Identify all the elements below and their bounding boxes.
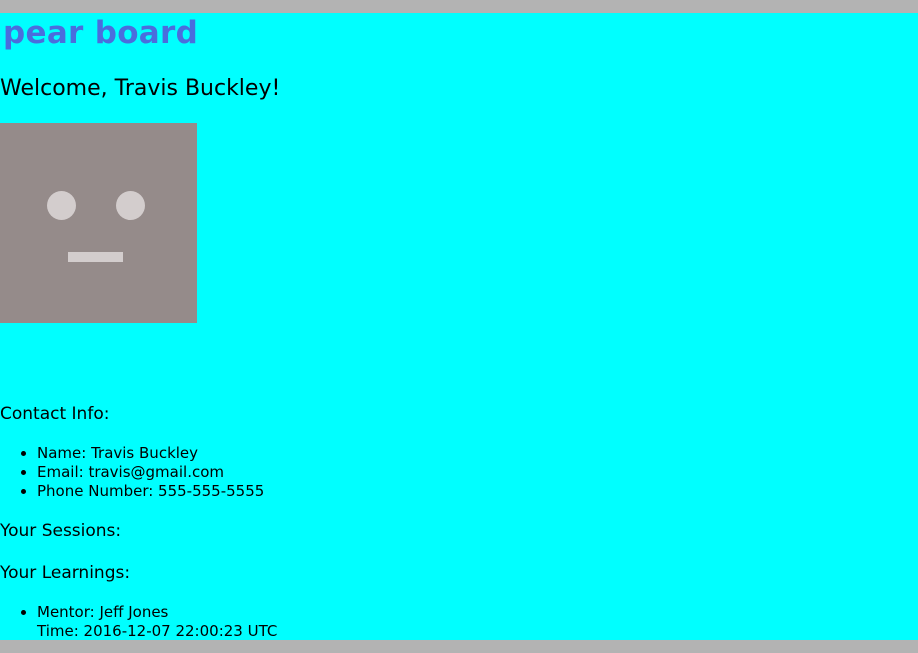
learning-time: Time: 2016-12-07 22:00:23 UTC xyxy=(37,622,278,640)
contact-info-heading: Contact Info: xyxy=(0,404,110,424)
learning-item: Mentor: Jeff Jones Time: 2016-12-07 22:0… xyxy=(37,603,277,640)
learnings-heading: Your Learnings: xyxy=(0,563,131,583)
avatar xyxy=(0,123,197,323)
welcome-heading: Welcome, Travis Buckley! xyxy=(0,76,281,101)
avatar-left-eye xyxy=(47,191,76,220)
contact-email-item: Email: travis@gmail.com xyxy=(37,463,264,482)
learning-mentor: Mentor: Jeff Jones xyxy=(37,603,169,621)
sessions-heading: Your Sessions: xyxy=(0,521,122,541)
avatar-right-eye xyxy=(116,191,145,220)
brand-logo-text[interactable]: pear board xyxy=(3,13,198,53)
contact-name-item: Name: Travis Buckley xyxy=(37,444,264,463)
contact-phone-item: Phone Number: 555-555-5555 xyxy=(37,482,264,501)
profile-page: pear board Welcome, Travis Buckley! Cont… xyxy=(0,13,918,640)
contact-info-list: Name: Travis Buckley Email: travis@gmail… xyxy=(0,444,264,501)
avatar-mouth xyxy=(68,252,123,262)
learnings-list: Mentor: Jeff Jones Time: 2016-12-07 22:0… xyxy=(0,603,277,640)
